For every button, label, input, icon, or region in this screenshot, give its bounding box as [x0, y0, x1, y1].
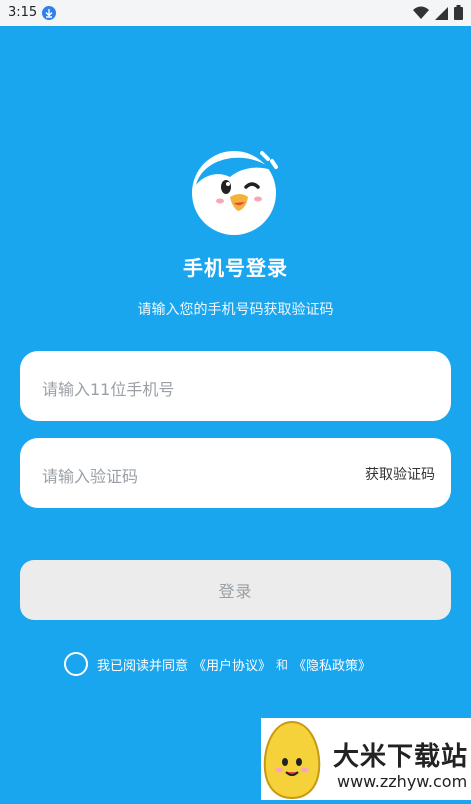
phone-field[interactable]: 请输入11位手机号	[20, 351, 451, 421]
cell-signal-icon	[435, 5, 448, 24]
wifi-icon	[413, 5, 429, 24]
watermark: 大米下载站 www.zzhyw.com	[261, 718, 471, 800]
agreement-checkbox[interactable]	[64, 652, 88, 676]
code-placeholder: 请输入验证码	[42, 467, 139, 486]
phone-placeholder: 请输入11位手机号	[42, 380, 175, 399]
login-button[interactable]: 登录	[20, 560, 451, 620]
agreement-text: 我已阅读并同意	[97, 658, 189, 674]
download-icon	[42, 6, 56, 20]
app-logo-icon	[190, 145, 282, 237]
status-time: 3:15	[8, 5, 38, 20]
status-bar: 3:15	[0, 0, 471, 26]
page-title: 手机号登录	[183, 256, 288, 280]
watermark-logo-icon	[261, 718, 323, 800]
watermark-name: 大米下载站	[333, 742, 469, 772]
code-field[interactable]: 请输入验证码 获取验证码	[20, 438, 451, 508]
watermark-url: www.zzhyw.com	[337, 772, 468, 791]
agreement-and: 和	[276, 657, 289, 672]
battery-icon	[454, 5, 463, 24]
get-code-button[interactable]: 获取验证码	[365, 464, 435, 484]
privacy-policy-link[interactable]: 《隐私政策》	[293, 655, 371, 674]
agreement-row: 我已阅读并同意 《用户协议》 和 《隐私政策》	[64, 652, 371, 676]
page-subtitle: 请输入您的手机号码获取验证码	[137, 302, 334, 318]
user-agreement-link[interactable]: 《用户协议》	[193, 655, 271, 674]
